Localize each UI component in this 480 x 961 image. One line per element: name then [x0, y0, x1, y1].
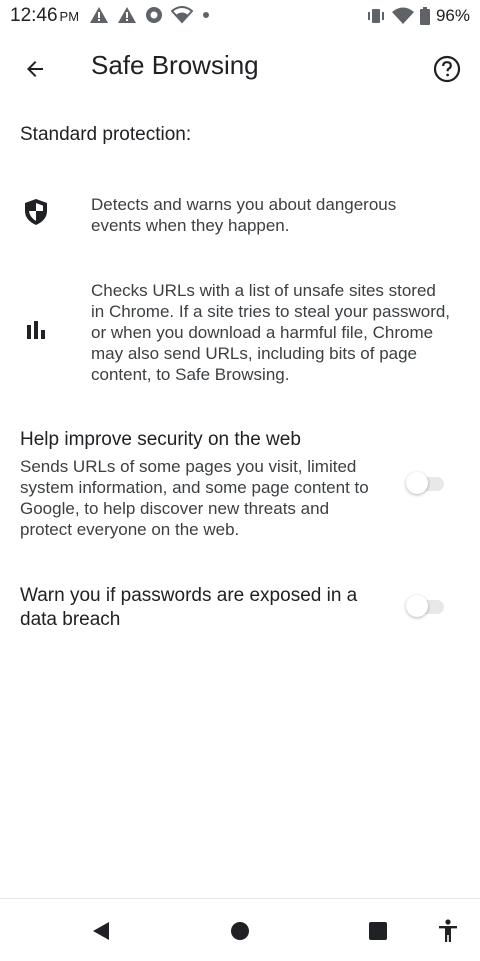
switch-thumb	[406, 595, 428, 617]
accessibility-button[interactable]	[434, 917, 462, 945]
status-time: 12:46 PM	[10, 5, 79, 27]
toggle-description: Sends URLs of some pages you visit, limi…	[20, 457, 369, 539]
page-title: Safe Browsing	[91, 50, 259, 80]
warning-icon	[90, 7, 108, 23]
nav-back-button[interactable]	[87, 917, 115, 945]
sync-icon	[146, 7, 162, 23]
improve-security-switch[interactable]	[406, 472, 446, 494]
nav-home-button[interactable]	[226, 917, 254, 945]
battery-icon	[419, 7, 430, 25]
password-breach-switch[interactable]	[406, 595, 446, 617]
wifi-icon	[171, 6, 193, 24]
dot-icon	[203, 12, 209, 18]
status-system-icons: 96%	[366, 6, 470, 26]
status-time-ampm: PM	[59, 9, 80, 24]
toggle-row-password-breach[interactable]: Warn you if passwords are exposed in a d…	[0, 582, 480, 642]
app-bar: Safe Browsing	[0, 32, 480, 104]
back-button[interactable]	[18, 52, 52, 86]
info-row-unsafe-urls: Checks URLs with a list of unsafe sites …	[0, 276, 480, 388]
toggle-title: Warn you if passwords are exposed in a d…	[20, 585, 358, 630]
nav-home-icon	[231, 922, 249, 940]
nav-recents-button[interactable]	[364, 917, 392, 945]
help-circle-icon	[433, 55, 461, 83]
accessibility-icon	[439, 919, 457, 942]
info-text: Checks URLs with a list of unsafe sites …	[91, 281, 451, 384]
info-row-dangerous-events: Detects and warns you about dangerous ev…	[0, 190, 480, 240]
wifi-icon	[391, 7, 414, 24]
warning-icon	[118, 7, 136, 23]
navigation-bar	[0, 898, 480, 961]
nav-recents-icon	[369, 922, 387, 940]
toggle-title: Help improve security on the web	[20, 429, 301, 450]
arrow-back-icon	[27, 61, 43, 77]
help-button[interactable]	[430, 52, 464, 86]
nav-back-icon	[93, 922, 109, 940]
battery-percent: 96%	[435, 6, 470, 25]
section-header: Standard protection:	[20, 124, 192, 145]
shield-icon	[22, 198, 50, 226]
toggle-row-improve-security[interactable]: Help improve security on the web Sends U…	[0, 426, 480, 544]
vibrate-icon	[367, 9, 384, 23]
info-text: Detects and warns you about dangerous ev…	[91, 195, 397, 235]
status-notifications	[89, 6, 211, 24]
bar-chart-icon	[22, 316, 50, 344]
status-bar: 12:46 PM 96%	[0, 0, 480, 32]
status-time-value: 12:46	[10, 5, 58, 26]
switch-thumb	[406, 472, 428, 494]
